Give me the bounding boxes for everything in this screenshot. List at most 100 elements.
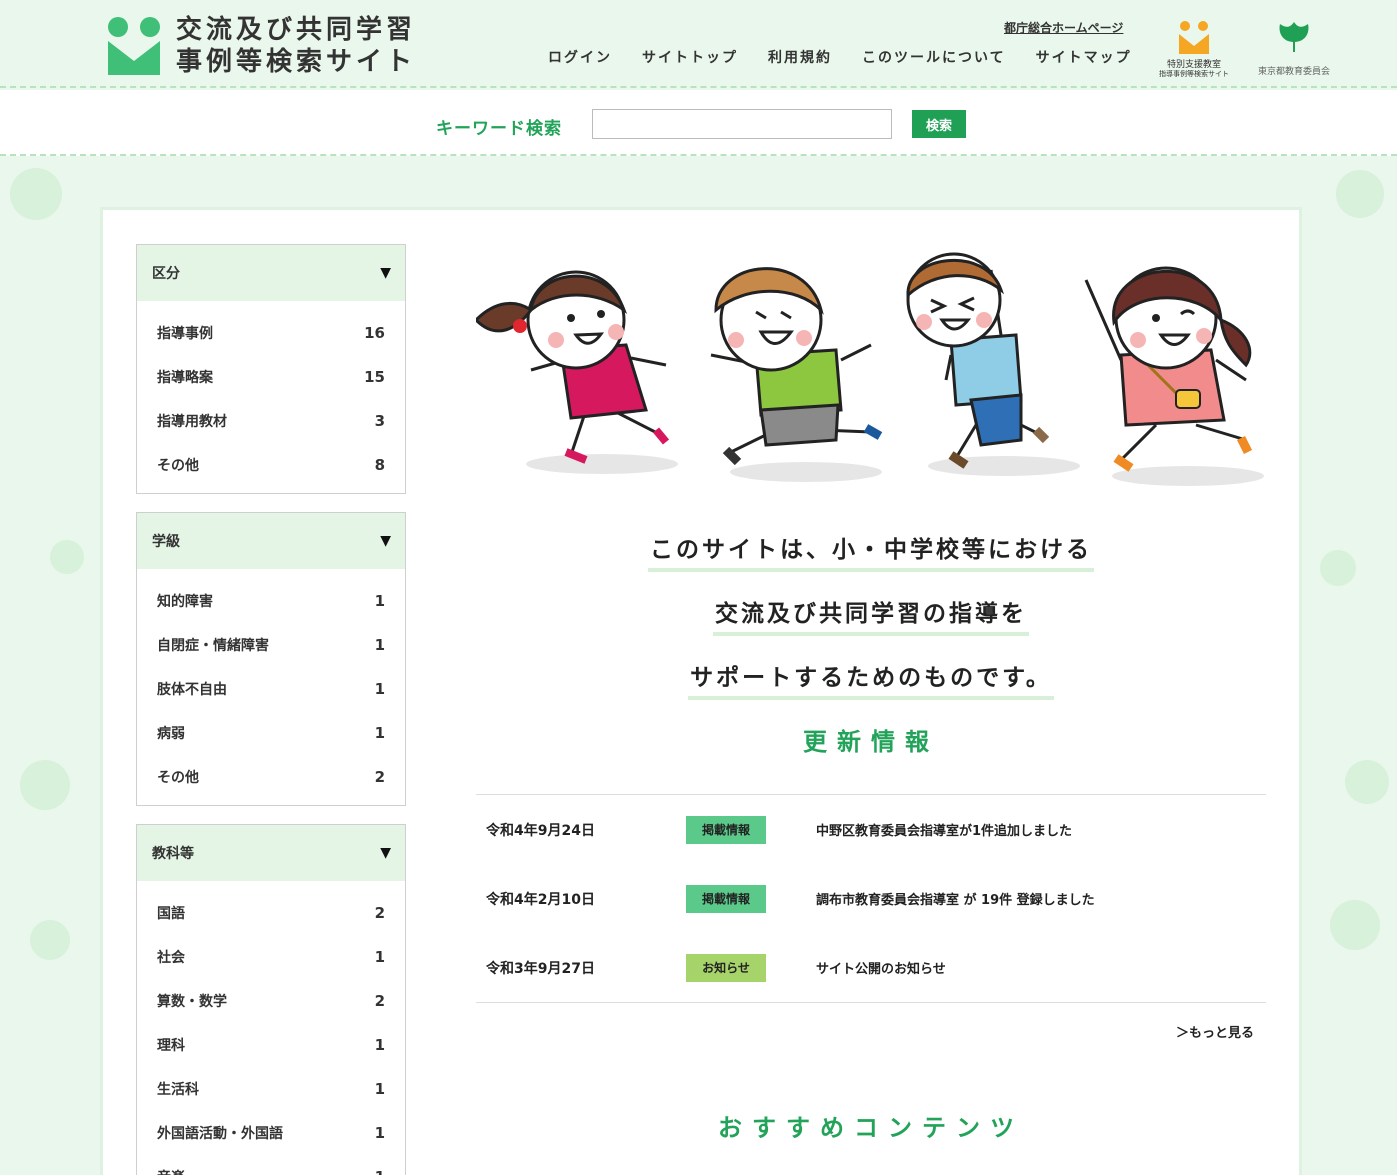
facet-class: 学級 ▼ 知的障害 1 自閉症・情緒障害 1 肢体不自由 1 病弱 1 その他 2 — [136, 512, 406, 806]
decor-dot — [1336, 170, 1384, 218]
news-row: 令和4年2月10日 掲載情報 調布市教育委員会指導室 が 19件 登録しました — [476, 864, 1266, 933]
site-title-line1: 交流及び共同学習 — [176, 15, 417, 45]
special-support-logo[interactable]: 特別支援教室 指導事例等検索サイト — [1152, 20, 1236, 78]
facet-item[interactable]: 外国語活動・外国語 1 — [137, 1111, 405, 1155]
nav-login[interactable]: ログイン — [528, 38, 622, 78]
facet-category-header[interactable]: 区分 ▼ — [137, 245, 405, 301]
news-link[interactable]: サイト公開のお知らせ — [816, 958, 946, 977]
special-support-subcaption: 指導事例等検索サイト — [1159, 70, 1229, 78]
facet-item-count: 8 — [374, 456, 385, 474]
facet-item[interactable]: 音楽 1 — [137, 1155, 405, 1175]
facet-item-count: 1 — [374, 592, 385, 610]
nav-about-tool[interactable]: このツールについて — [842, 38, 1016, 78]
facet-item-count: 2 — [374, 992, 385, 1010]
facet-subject-header[interactable]: 教科等 ▼ — [137, 825, 405, 881]
news-row: 令和3年9月27日 お知らせ サイト公開のお知らせ — [476, 933, 1266, 1002]
facet-item-label: 病弱 — [157, 726, 185, 742]
main-nav: ログイン サイトトップ 利用規約 このツールについて サイトマップ — [528, 38, 1142, 78]
decor-dot — [20, 760, 70, 810]
facet-list: 知的障害 1 自閉症・情緒障害 1 肢体不自由 1 病弱 1 その他 2 — [137, 569, 405, 805]
facet-item-label: 理科 — [157, 1038, 185, 1054]
nav-label: サイトマップ — [1035, 50, 1132, 66]
nav-terms[interactable]: 利用規約 — [748, 38, 842, 78]
facet-category: 区分 ▼ 指導事例 16 指導略案 15 指導用教材 3 その他 8 — [136, 244, 406, 494]
facet-item[interactable]: 社会 1 — [137, 935, 405, 979]
facet-title: 教科等 — [152, 846, 194, 862]
facet-class-header[interactable]: 学級 ▼ — [137, 513, 405, 569]
keyword-search-input[interactable] — [592, 109, 892, 139]
news-badge: お知らせ — [686, 953, 766, 982]
facet-subject: 教科等 ▼ 国語 2 社会 1 算数・数学 2 理科 1 生活科 1 外国語活動・外国語 1… — [136, 824, 406, 1175]
decor-dot — [10, 168, 62, 220]
nav-site-top[interactable]: サイトトップ — [622, 38, 748, 78]
site-title[interactable]: 交流及び共同学習 事例等検索サイト — [176, 14, 416, 78]
facet-item-label: その他 — [157, 770, 199, 786]
facet-item-count: 2 — [374, 904, 385, 922]
facet-item[interactable]: 病弱 1 — [137, 711, 405, 755]
tokyo-board-caption: 東京都教育委員会 — [1257, 67, 1330, 77]
search-button[interactable]: 検索 — [912, 110, 966, 138]
facet-item[interactable]: 指導事例 16 — [137, 311, 405, 355]
news-list: 令和4年9月24日 掲載情報 中野区教育委員会指導室が1件追加しました 令和4年… — [476, 794, 1266, 1003]
facet-item-label: 知的障害 — [157, 594, 213, 610]
facet-item-count: 1 — [374, 1036, 385, 1054]
caret-down-icon: ▼ — [380, 265, 391, 281]
facet-item[interactable]: 算数・数学 2 — [137, 979, 405, 1023]
facet-item-count: 2 — [374, 768, 385, 786]
facet-item-count: 16 — [364, 324, 385, 342]
facet-item[interactable]: 知的障害 1 — [137, 579, 405, 623]
facet-item-label: 指導略案 — [157, 370, 213, 386]
more-news-link[interactable]: ＞もっと見る — [1176, 1022, 1254, 1041]
site-tagline: このサイトは、小・中学校等における 交流及び共同学習の指導を サポートするための… — [476, 530, 1266, 722]
tokyo-board-logo[interactable]: 東京都教育委員会 — [1254, 20, 1334, 78]
facet-item[interactable]: 肢体不自由 1 — [137, 667, 405, 711]
facet-item-label: 生活科 — [157, 1082, 199, 1098]
news-link[interactable]: 調布市教育委員会指導室 が 19件 登録しました — [816, 889, 1095, 908]
facet-item-label: 外国語活動・外国語 — [157, 1126, 283, 1142]
special-support-logo-icon — [1179, 21, 1209, 54]
nav-label: このツールについて — [862, 50, 1006, 66]
facet-item-label: 指導用教材 — [157, 414, 227, 430]
decor-dot — [1320, 550, 1356, 586]
decor-dot — [1345, 760, 1389, 804]
facet-item-count: 1 — [374, 1080, 385, 1098]
facet-item-label: 指導事例 — [157, 326, 213, 342]
facet-list: 指導事例 16 指導略案 15 指導用教材 3 その他 8 — [137, 301, 405, 493]
facet-list: 国語 2 社会 1 算数・数学 2 理科 1 生活科 1 外国語活動・外国語 1 音楽 1 — [137, 881, 405, 1175]
search-bar: キーワード検索 検索 — [0, 90, 1397, 156]
caret-down-icon: ▼ — [380, 533, 391, 549]
running-children-illustration — [476, 252, 1264, 486]
metro-home-link[interactable]: 都庁総合ホームページ — [1004, 19, 1123, 36]
facet-item[interactable]: 理科 1 — [137, 1023, 405, 1067]
site-logo-icon[interactable] — [106, 17, 162, 75]
facet-item[interactable]: その他 8 — [137, 443, 405, 487]
news-date: 令和4年9月24日 — [486, 822, 595, 839]
site-header: 交流及び共同学習 事例等検索サイト 都庁総合ホームページ ログイン サイトトップ… — [0, 0, 1397, 88]
news-row: 令和4年9月24日 掲載情報 中野区教育委員会指導室が1件追加しました — [476, 795, 1266, 864]
keyword-search-label: キーワード検索 — [436, 119, 562, 139]
recommend-section-title: おすすめコンテンツ — [718, 1114, 1024, 1142]
decor-dot — [50, 540, 84, 574]
news-date: 令和4年2月10日 — [486, 891, 595, 908]
nav-sitemap[interactable]: サイトマップ — [1015, 38, 1142, 78]
facet-item[interactable]: 生活科 1 — [137, 1067, 405, 1111]
news-badge: 掲載情報 — [686, 815, 766, 844]
news-date: 令和3年9月27日 — [486, 960, 595, 977]
facet-item[interactable]: その他 2 — [137, 755, 405, 799]
caret-down-icon: ▼ — [380, 845, 391, 861]
facet-item[interactable]: 指導用教材 3 — [137, 399, 405, 443]
news-link[interactable]: 中野区教育委員会指導室が1件追加しました — [816, 820, 1072, 839]
news-section-title: 更新情報 — [803, 728, 939, 756]
facet-item-label: 算数・数学 — [157, 994, 227, 1010]
facet-item[interactable]: 指導略案 15 — [137, 355, 405, 399]
nav-label: ログイン — [548, 50, 612, 66]
facet-item-count: 1 — [374, 680, 385, 698]
facet-item[interactable]: 国語 2 — [137, 891, 405, 935]
facet-item-count: 1 — [374, 948, 385, 966]
special-support-caption: 特別支援教室 — [1166, 60, 1221, 70]
facet-item-label: その他 — [157, 458, 199, 474]
nav-label: 利用規約 — [768, 50, 832, 66]
news-badge: 掲載情報 — [686, 884, 766, 913]
facet-item-count: 1 — [374, 1124, 385, 1142]
facet-item[interactable]: 自閉症・情緒障害 1 — [137, 623, 405, 667]
